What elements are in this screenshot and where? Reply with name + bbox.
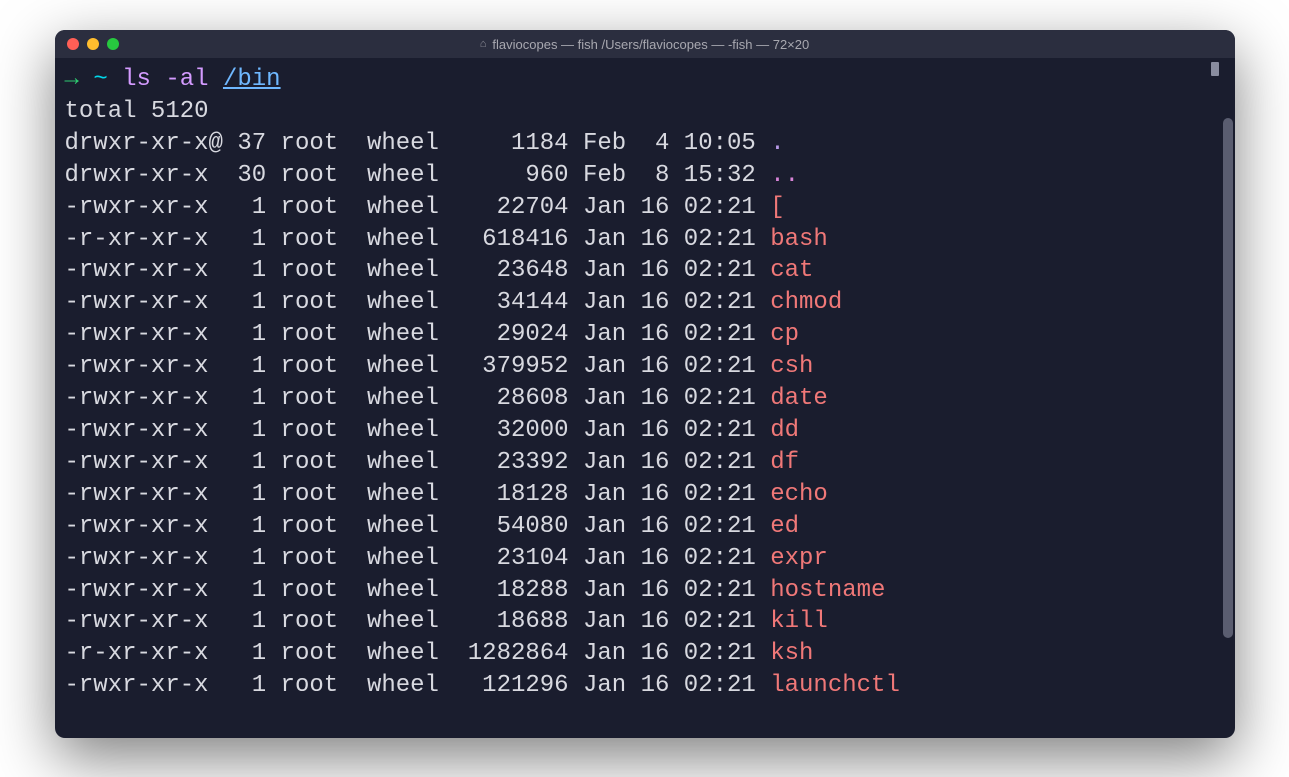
file-permissions: -rwxr-xr-x 1 root wheel 121296 Jan 16 02… bbox=[65, 672, 771, 699]
prompt-arrow-icon: → bbox=[65, 66, 79, 93]
window-title-text: flaviocopes — fish /Users/flaviocopes — … bbox=[492, 37, 809, 52]
prompt-line: → ~ ls -al /bin bbox=[65, 64, 1225, 96]
traffic-lights bbox=[67, 38, 119, 50]
file-name: . bbox=[770, 130, 784, 157]
file-name: df bbox=[770, 449, 799, 476]
terminal-body[interactable]: → ~ ls -al /bin total 5120 drwxr-xr-x@ 3… bbox=[55, 58, 1235, 738]
prompt-command: ls bbox=[122, 66, 151, 93]
listing-row: -rwxr-xr-x 1 root wheel 23392 Jan 16 02:… bbox=[65, 447, 1225, 479]
listing-row: -rwxr-xr-x 1 root wheel 32000 Jan 16 02:… bbox=[65, 415, 1225, 447]
file-permissions: -rwxr-xr-x 1 root wheel 18288 Jan 16 02:… bbox=[65, 577, 771, 604]
file-permissions: -rwxr-xr-x 1 root wheel 23104 Jan 16 02:… bbox=[65, 545, 771, 572]
file-name: .. bbox=[770, 162, 799, 189]
listing-row: -r-xr-xr-x 1 root wheel 618416 Jan 16 02… bbox=[65, 224, 1225, 256]
listing-rows: drwxr-xr-x@ 37 root wheel 1184 Feb 4 10:… bbox=[65, 128, 1225, 702]
listing-row: -rwxr-xr-x 1 root wheel 18128 Jan 16 02:… bbox=[65, 479, 1225, 511]
listing-row: -rwxr-xr-x 1 root wheel 34144 Jan 16 02:… bbox=[65, 287, 1225, 319]
listing-row: -rwxr-xr-x 1 root wheel 18288 Jan 16 02:… bbox=[65, 575, 1225, 607]
file-name: ksh bbox=[770, 640, 813, 667]
file-name: bash bbox=[770, 226, 828, 253]
listing-row: -r-xr-xr-x 1 root wheel 1282864 Jan 16 0… bbox=[65, 638, 1225, 670]
listing-row: -rwxr-xr-x 1 root wheel 29024 Jan 16 02:… bbox=[65, 319, 1225, 351]
file-name: csh bbox=[770, 353, 813, 380]
file-permissions: -rwxr-xr-x 1 root wheel 28608 Jan 16 02:… bbox=[65, 385, 771, 412]
file-name: kill bbox=[770, 608, 828, 635]
titlebar[interactable]: ⌂ flaviocopes — fish /Users/flaviocopes … bbox=[55, 30, 1235, 58]
listing-row: -rwxr-xr-x 1 root wheel 54080 Jan 16 02:… bbox=[65, 511, 1225, 543]
listing-row: -rwxr-xr-x 1 root wheel 121296 Jan 16 02… bbox=[65, 670, 1225, 702]
file-permissions: -rwxr-xr-x 1 root wheel 29024 Jan 16 02:… bbox=[65, 321, 771, 348]
minimize-icon[interactable] bbox=[87, 38, 99, 50]
window-title: ⌂ flaviocopes — fish /Users/flaviocopes … bbox=[67, 37, 1223, 52]
file-permissions: drwxr-xr-x@ 37 root wheel 1184 Feb 4 10:… bbox=[65, 130, 771, 157]
file-name: date bbox=[770, 385, 828, 412]
file-name: launchctl bbox=[770, 672, 900, 699]
file-permissions: -rwxr-xr-x 1 root wheel 18688 Jan 16 02:… bbox=[65, 608, 771, 635]
file-permissions: -rwxr-xr-x 1 root wheel 23392 Jan 16 02:… bbox=[65, 449, 771, 476]
file-permissions: -rwxr-xr-x 1 root wheel 54080 Jan 16 02:… bbox=[65, 513, 771, 540]
file-name: ed bbox=[770, 513, 799, 540]
listing-row: -rwxr-xr-x 1 root wheel 23648 Jan 16 02:… bbox=[65, 255, 1225, 287]
file-name: chmod bbox=[770, 289, 842, 316]
close-icon[interactable] bbox=[67, 38, 79, 50]
listing-row: -rwxr-xr-x 1 root wheel 379952 Jan 16 02… bbox=[65, 351, 1225, 383]
file-name: cp bbox=[770, 321, 799, 348]
scrollbar-thumb[interactable] bbox=[1223, 118, 1233, 638]
file-permissions: -rwxr-xr-x 1 root wheel 32000 Jan 16 02:… bbox=[65, 417, 771, 444]
prompt-flags: -al bbox=[165, 66, 208, 93]
file-permissions: -rwxr-xr-x 1 root wheel 379952 Jan 16 02… bbox=[65, 353, 771, 380]
prompt-path: /bin bbox=[223, 66, 281, 93]
file-name: [ bbox=[770, 194, 784, 221]
file-permissions: -rwxr-xr-x 1 root wheel 23648 Jan 16 02:… bbox=[65, 257, 771, 284]
file-permissions: -r-xr-xr-x 1 root wheel 618416 Jan 16 02… bbox=[65, 226, 771, 253]
listing-row: drwxr-xr-x@ 37 root wheel 1184 Feb 4 10:… bbox=[65, 128, 1225, 160]
file-permissions: drwxr-xr-x 30 root wheel 960 Feb 8 15:32 bbox=[65, 162, 771, 189]
file-name: cat bbox=[770, 257, 813, 284]
listing-row: drwxr-xr-x 30 root wheel 960 Feb 8 15:32… bbox=[65, 160, 1225, 192]
maximize-icon[interactable] bbox=[107, 38, 119, 50]
total-line: total 5120 bbox=[65, 96, 1225, 128]
home-icon: ⌂ bbox=[480, 38, 487, 50]
scroll-mark-icon bbox=[1211, 62, 1219, 76]
file-name: hostname bbox=[770, 577, 885, 604]
file-name: expr bbox=[770, 545, 828, 572]
file-permissions: -r-xr-xr-x 1 root wheel 1282864 Jan 16 0… bbox=[65, 640, 771, 667]
file-name: echo bbox=[770, 481, 828, 508]
listing-row: -rwxr-xr-x 1 root wheel 18688 Jan 16 02:… bbox=[65, 606, 1225, 638]
terminal-window: ⌂ flaviocopes — fish /Users/flaviocopes … bbox=[55, 30, 1235, 738]
file-permissions: -rwxr-xr-x 1 root wheel 18128 Jan 16 02:… bbox=[65, 481, 771, 508]
file-permissions: -rwxr-xr-x 1 root wheel 34144 Jan 16 02:… bbox=[65, 289, 771, 316]
listing-row: -rwxr-xr-x 1 root wheel 22704 Jan 16 02:… bbox=[65, 192, 1225, 224]
file-permissions: -rwxr-xr-x 1 root wheel 22704 Jan 16 02:… bbox=[65, 194, 771, 221]
file-name: dd bbox=[770, 417, 799, 444]
prompt-cwd: ~ bbox=[93, 66, 107, 93]
listing-row: -rwxr-xr-x 1 root wheel 23104 Jan 16 02:… bbox=[65, 543, 1225, 575]
listing-row: -rwxr-xr-x 1 root wheel 28608 Jan 16 02:… bbox=[65, 383, 1225, 415]
